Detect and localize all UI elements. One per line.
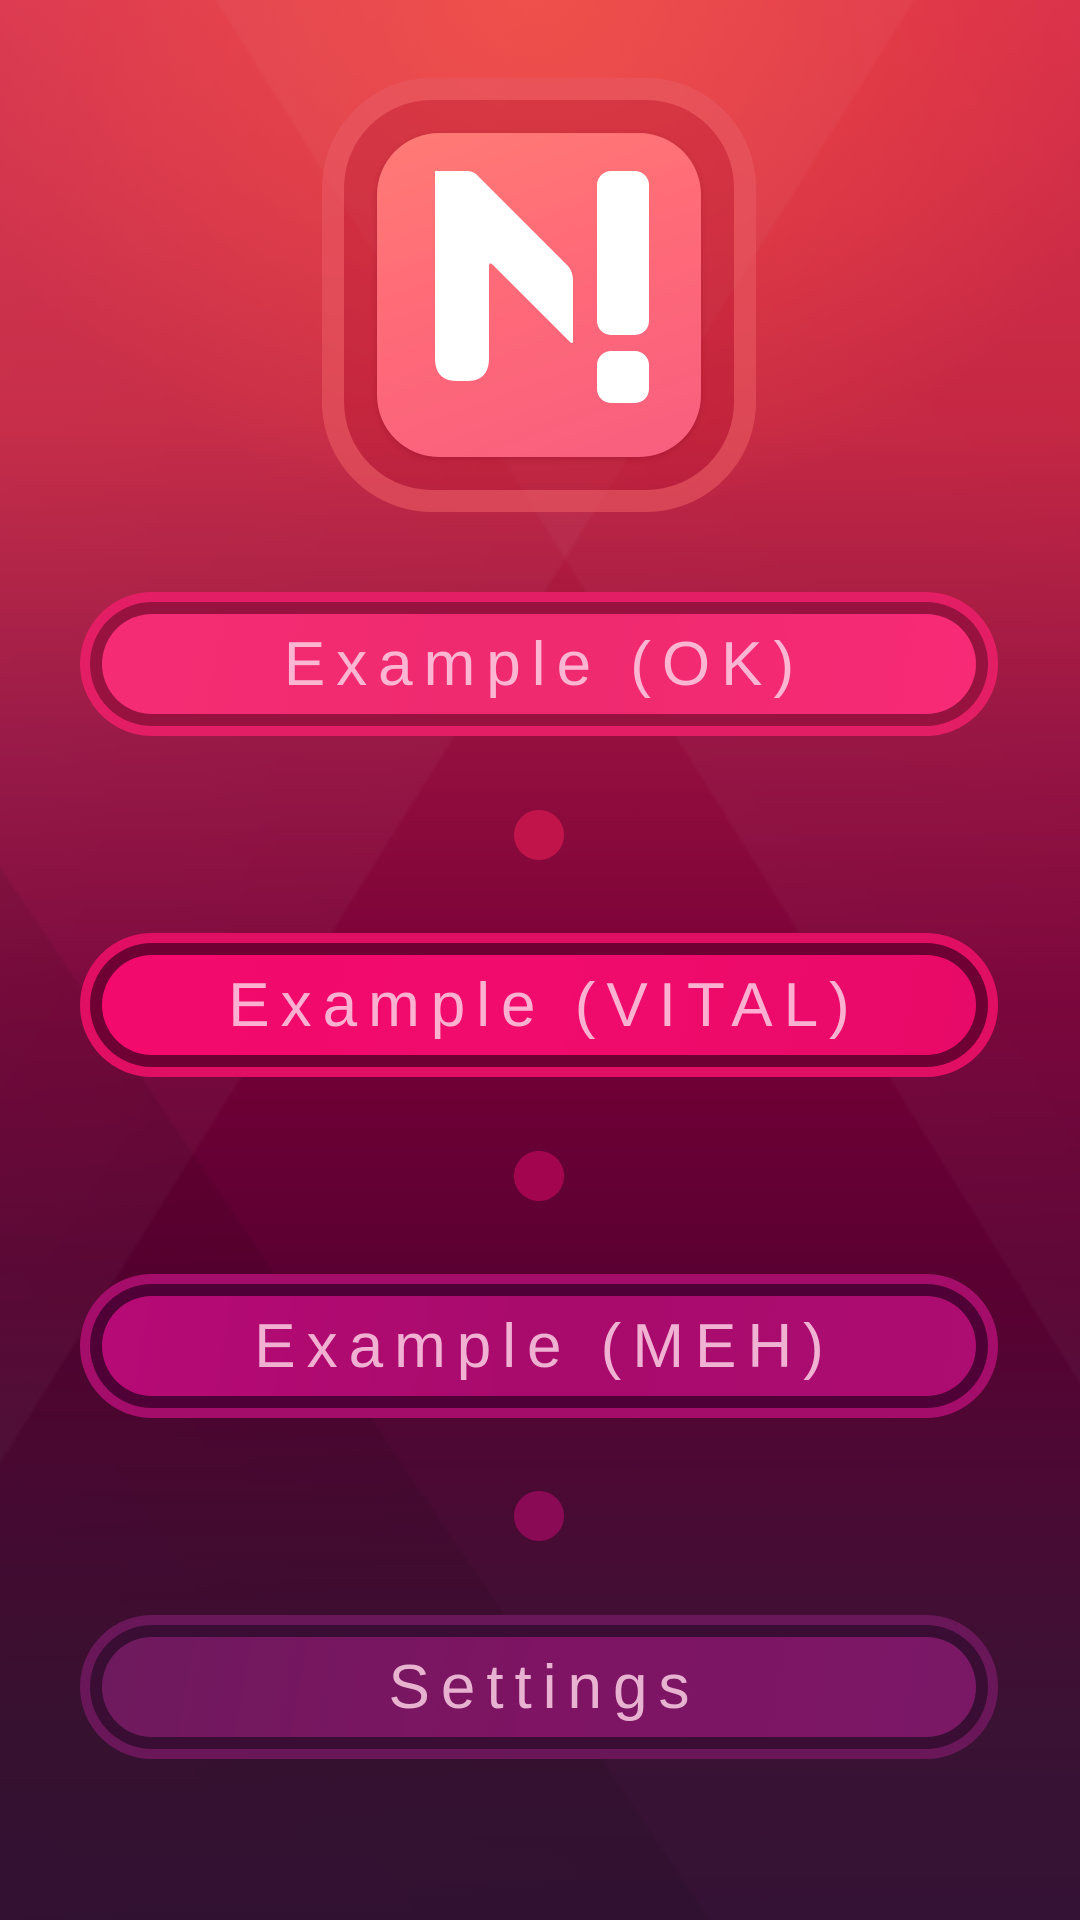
example-meh-label: Example (MEH) — [254, 1311, 835, 1381]
example-vital-pill[interactable]: Example (VITAL) — [102, 955, 976, 1055]
example-meh-button[interactable]: Example (MEH) — [80, 1274, 998, 1418]
example-ok-pill[interactable]: Example (OK) — [102, 614, 976, 714]
example-meh-pill[interactable]: Example (MEH) — [102, 1296, 976, 1396]
example-ok-button[interactable]: Example (OK) — [80, 592, 998, 736]
separator-dot — [514, 810, 564, 860]
separator-dot — [514, 1151, 564, 1201]
settings-label: Settings — [388, 1652, 701, 1722]
n-exclamation-logo-icon — [435, 171, 649, 403]
example-vital-label: Example (VITAL) — [228, 970, 861, 1040]
app-logo — [377, 133, 701, 457]
settings-button[interactable]: Settings — [80, 1615, 998, 1759]
example-ok-label: Example (OK) — [283, 629, 806, 699]
example-vital-button[interactable]: Example (VITAL) — [80, 933, 998, 1077]
settings-pill[interactable]: Settings — [102, 1637, 976, 1737]
separator-dot — [514, 1491, 564, 1541]
